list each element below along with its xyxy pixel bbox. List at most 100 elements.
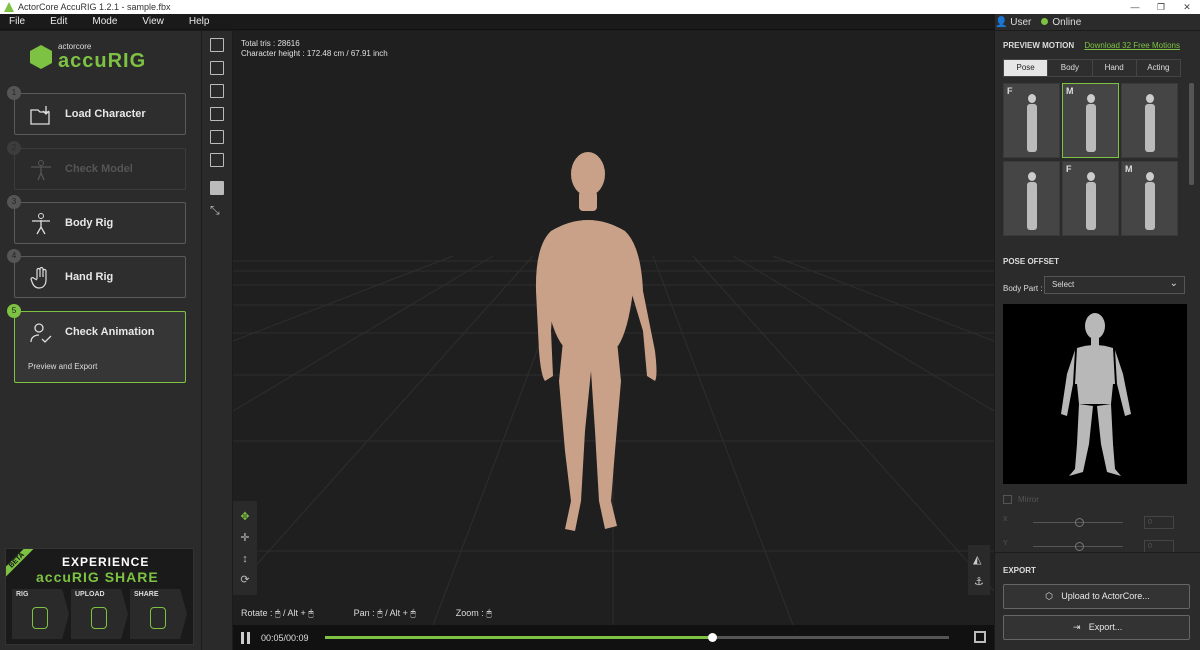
playback-time: 00:05/00:09	[261, 632, 309, 643]
vertical-move-icon[interactable]: ↕	[239, 553, 251, 565]
timeline-slider[interactable]	[325, 633, 949, 642]
step-body-rig[interactable]: 3 Body Rig	[7, 195, 186, 244]
online-status: Online	[1041, 17, 1081, 28]
timeline-handle[interactable]	[707, 633, 717, 642]
move-tool-icon[interactable]: ✛	[239, 532, 251, 544]
menu-help[interactable]: Help	[189, 16, 210, 27]
step-load-character[interactable]: 1 Load Character	[7, 86, 186, 135]
x-slider-handle[interactable]	[1075, 518, 1084, 527]
download-motions-link[interactable]: Download 32 Free Motions	[1084, 41, 1180, 50]
view-back-icon[interactable]	[210, 61, 224, 75]
gender-tag: F	[1007, 86, 1013, 96]
banner-box-rig: RIG	[12, 589, 69, 639]
restore-icon[interactable]: ❐	[1148, 0, 1174, 14]
view-top-icon[interactable]	[210, 130, 224, 144]
view-right-icon[interactable]	[210, 107, 224, 121]
hint-label: Pan :	[353, 608, 375, 618]
pose-thumb[interactable]: M	[1121, 161, 1178, 236]
tab-hand[interactable]: Hand	[1092, 60, 1137, 76]
pan-hint: Pan : 🖱 / Alt + 🖱	[354, 608, 416, 619]
mirror-label: Mirror	[1018, 495, 1039, 504]
window-title: ActorCore AccuRIG 1.2.1 - sample.fbx	[18, 2, 171, 12]
rotate-tool-icon[interactable]: ⟳	[239, 574, 251, 586]
workflow-panel: actorcore accuRIG 1 Load Character 2 Che…	[0, 31, 201, 650]
pose-preview[interactable]	[1003, 304, 1187, 484]
step-hand-rig[interactable]: 4 Hand Rig	[7, 249, 186, 298]
brand-name: accuRIG	[58, 50, 147, 72]
accurig-share-banner[interactable]: BETA EXPERIENCE accuRIG SHARE RIG UPLOAD…	[5, 548, 194, 645]
floor-grid	[233, 152, 994, 625]
pose-figure-icon	[1083, 172, 1099, 230]
body-part-label: Body Part :	[1003, 284, 1043, 293]
export-button[interactable]: ⇥ Export...	[1003, 615, 1190, 640]
step-check-animation[interactable]: 5 Check Animation Preview and Export	[7, 304, 186, 383]
y-slider-handle[interactable]	[1075, 542, 1084, 551]
menu-edit[interactable]: Edit	[50, 16, 67, 27]
view-bottom-icon[interactable]	[210, 153, 224, 167]
step-number: 2	[7, 141, 21, 155]
checkbox-icon	[1003, 495, 1012, 504]
pause-button[interactable]	[241, 631, 253, 644]
pose-thumb[interactable]: F	[1003, 83, 1060, 158]
beta-ribbon: BETA	[6, 549, 38, 581]
user-check-icon	[29, 322, 53, 344]
tab-acting[interactable]: Acting	[1136, 60, 1180, 76]
bone-display-icon[interactable]: ⤡	[210, 203, 224, 217]
menu-view[interactable]: View	[142, 16, 164, 27]
y-value-input[interactable]: 0	[1144, 540, 1174, 552]
ground-anchor-icon[interactable]: ⚓	[974, 575, 984, 588]
banner-box-label: RIG	[16, 591, 29, 598]
preview-motion-header: PREVIEW MOTION Download 32 Free Motions	[1003, 41, 1180, 50]
shading-mode-icon[interactable]	[210, 181, 224, 195]
upload-cube-icon: ⬡	[1045, 591, 1054, 601]
view-left-icon[interactable]	[210, 84, 224, 98]
fullscreen-icon[interactable]	[974, 631, 986, 643]
3d-viewport[interactable]: Total tris : 28616 Character height : 17…	[233, 31, 994, 625]
pose-thumb[interactable]	[1121, 83, 1178, 158]
step-number: 1	[7, 86, 21, 100]
app-logo-icon	[4, 2, 14, 12]
close-icon[interactable]: ✕	[1174, 0, 1200, 14]
tab-body[interactable]: Body	[1048, 60, 1093, 76]
section-title: PREVIEW MOTION	[1003, 41, 1075, 50]
rig-figure-icon	[32, 607, 48, 629]
step-label: Check Animation	[65, 326, 155, 338]
body-icon	[29, 213, 53, 235]
banner-box-label: SHARE	[134, 591, 159, 598]
user-menu[interactable]: 👤 User	[995, 17, 1031, 28]
upload-to-actorcore-button[interactable]: ⬡ Upload to ActorCore...	[1003, 584, 1190, 609]
section-divider	[995, 552, 1200, 553]
thumbs-scrollbar[interactable]	[1189, 83, 1194, 185]
mouse-icon: 🖱	[486, 608, 492, 618]
menu-mode[interactable]: Mode	[92, 16, 117, 27]
accurig-logo-icon	[30, 45, 52, 69]
body-part-select[interactable]: Select ⌄	[1044, 276, 1185, 294]
upload-cloud-icon	[91, 607, 107, 629]
mirror-checkbox[interactable]: Mirror	[1003, 495, 1039, 504]
export-header: EXPORT	[1003, 566, 1036, 575]
export-arrow-icon: ⇥	[1072, 622, 1081, 632]
view-front-icon[interactable]	[210, 38, 224, 52]
x-axis-label: X	[1003, 516, 1008, 523]
pause-icon	[241, 631, 244, 644]
step-number: 4	[7, 249, 21, 263]
mirror-view-icon[interactable]: ◭	[973, 553, 981, 566]
banner-box-share: SHARE	[130, 589, 187, 639]
pose-thumb[interactable]	[1003, 161, 1060, 236]
app-window: ActorCore AccuRIG 1.2.1 - sample.fbx — ❐…	[0, 0, 1200, 650]
tab-pose[interactable]: Pose	[1004, 60, 1049, 76]
select-tool-icon[interactable]: ✥	[239, 511, 251, 523]
minimize-icon[interactable]: —	[1122, 0, 1148, 14]
chevron-down-icon: ⌄	[1169, 278, 1178, 289]
x-value-input[interactable]: 0	[1144, 516, 1174, 529]
menu-file[interactable]: File	[9, 16, 25, 27]
title-bar: ActorCore AccuRIG 1.2.1 - sample.fbx — ❐…	[0, 0, 1200, 14]
status-dot-icon	[1041, 17, 1049, 25]
offset-y-row: Y 0	[1003, 540, 1188, 552]
pose-thumb[interactable]: M	[1062, 83, 1119, 158]
pose-offset-header: POSE OFFSET	[1003, 257, 1060, 266]
user-label: User	[1010, 16, 1032, 28]
pose-thumb[interactable]: F	[1062, 161, 1119, 236]
step-label: Body Rig	[65, 217, 114, 229]
menu-bar: File Edit Mode View Help 👤 User Online	[0, 14, 1200, 30]
